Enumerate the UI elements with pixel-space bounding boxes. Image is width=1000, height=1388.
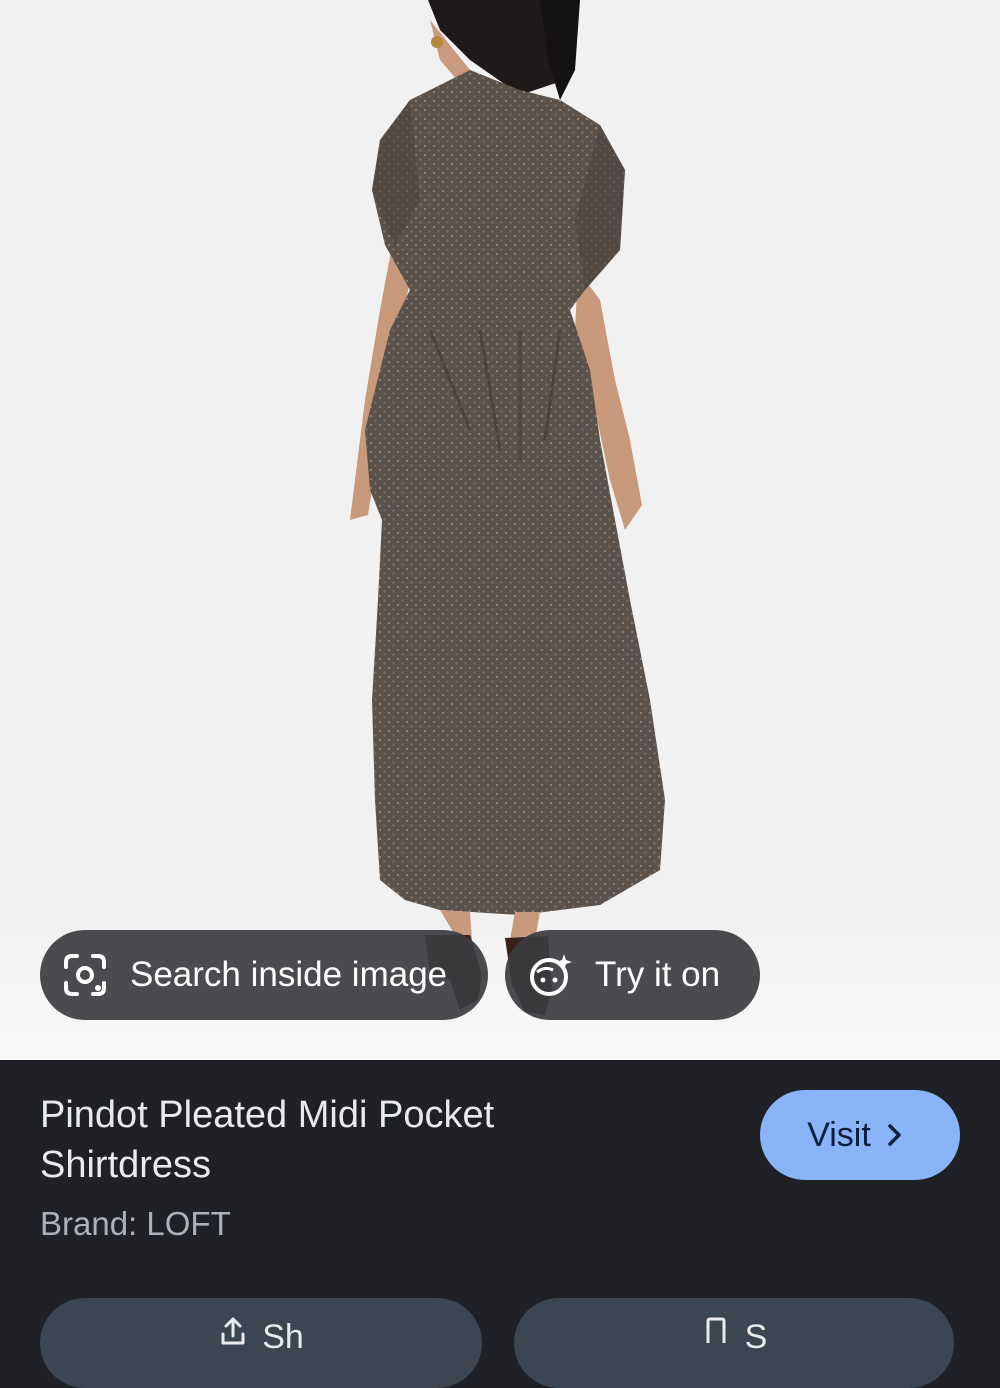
share-button[interactable]: Sh <box>40 1298 482 1388</box>
model-illustration <box>350 0 665 1015</box>
save-label: S <box>744 1318 768 1356</box>
face-sparkle-icon <box>527 952 573 998</box>
try-it-on-label: Try it on <box>595 955 721 994</box>
share-icon <box>221 1317 245 1345</box>
lens-camera-icon <box>62 952 108 998</box>
product-image[interactable]: Search inside image Try it on <box>0 0 1000 1060</box>
visit-button[interactable]: Visit <box>760 1090 960 1180</box>
product-info-panel: Pindot Pleated Midi Pocket Shirtdress Br… <box>0 1060 1000 1388</box>
share-label: Sh <box>262 1318 304 1356</box>
try-it-on-chip[interactable]: Try it on <box>505 930 760 1020</box>
save-button[interactable]: S <box>514 1298 954 1388</box>
product-title: Pindot Pleated Midi Pocket Shirtdress <box>40 1094 495 1186</box>
product-brand: Brand: LOFT <box>40 1205 231 1242</box>
bookmark-icon <box>706 1317 726 1343</box>
chevron-right-icon <box>888 1124 901 1146</box>
search-inside-image-chip[interactable]: Search inside image <box>40 930 488 1020</box>
visit-label: Visit <box>807 1115 871 1154</box>
search-inside-image-label: Search inside image <box>130 955 448 994</box>
